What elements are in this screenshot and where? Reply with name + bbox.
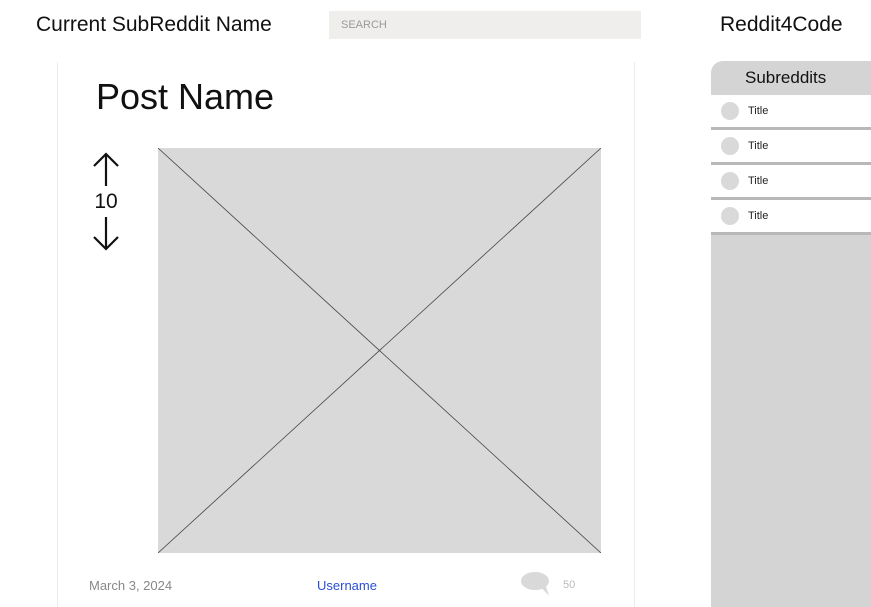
sidebar-item-subreddit[interactable]: Title — [711, 130, 871, 165]
sidebar-item-label: Title — [748, 140, 769, 152]
sidebar-item-subreddit[interactable]: Title — [711, 95, 871, 130]
post-title[interactable]: Post Name — [96, 76, 274, 118]
avatar-dot-icon — [721, 137, 739, 155]
sidebar-item-subreddit[interactable]: Title — [711, 200, 871, 235]
comment-icon[interactable] — [521, 571, 551, 597]
down-arrow-icon[interactable] — [92, 215, 120, 253]
subreddits-sidebar: Subreddits Title Title Title Title — [711, 61, 871, 607]
sidebar-title: Subreddits — [745, 68, 827, 87]
sidebar-item-label: Title — [748, 105, 769, 117]
up-arrow-icon[interactable] — [92, 150, 120, 188]
brand-logo-text[interactable]: Reddit4Code — [720, 13, 843, 37]
sidebar-item-label: Title — [748, 175, 769, 187]
avatar-dot-icon — [721, 207, 739, 225]
sidebar-item-label: Title — [748, 210, 769, 222]
post-date: March 3, 2024 — [89, 578, 173, 593]
post-card: Post Name 10 March 3, 2024 Username 50 — [57, 62, 635, 607]
post-footer: March 3, 2024 Username 50 — [89, 572, 589, 596]
current-subreddit-name: Current SubReddit Name — [36, 13, 272, 36]
comment-count: 50 — [563, 579, 576, 591]
image-placeholder-icon — [158, 148, 601, 553]
vote-count: 10 — [94, 190, 118, 213]
app-root: Current SubReddit Name SEARCH Reddit4Cod… — [0, 0, 871, 607]
sidebar-item-subreddit[interactable]: Title — [711, 165, 871, 200]
avatar-dot-icon — [721, 102, 739, 120]
search-input[interactable]: SEARCH — [329, 11, 641, 39]
avatar-dot-icon — [721, 172, 739, 190]
vote-controls: 10 — [90, 150, 122, 253]
post-username-link[interactable]: Username — [317, 578, 377, 593]
